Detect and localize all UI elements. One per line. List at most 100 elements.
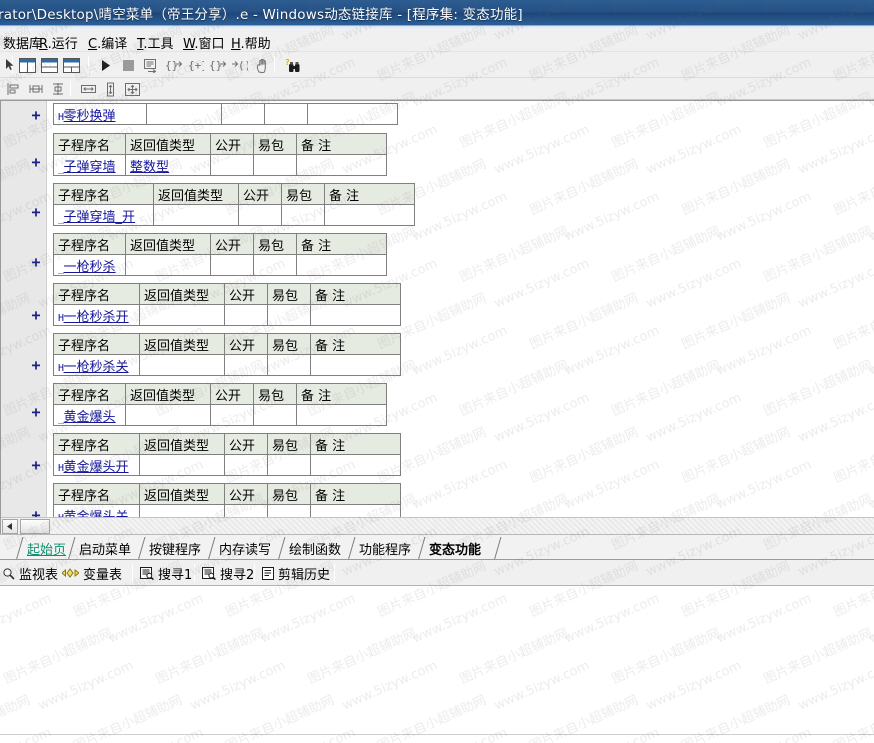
tab-startup-menu[interactable]: 启动菜单 — [76, 538, 134, 558]
public-cell[interactable] — [221, 103, 265, 125]
remark-cell[interactable] — [310, 454, 401, 476]
remark-cell[interactable] — [324, 204, 415, 226]
tab-feature-program[interactable]: 功能程序 — [356, 538, 414, 558]
package-cell[interactable] — [264, 103, 308, 125]
return-type-cell[interactable] — [153, 204, 239, 226]
subroutine-block[interactable]: 子程序名 返回值类型 公开 易包备 注 _子弹穿墙_开 — [53, 183, 415, 226]
subroutine-value-row[interactable]: H一枪秒杀开 — [53, 304, 401, 326]
return-type-cell[interactable] — [125, 254, 211, 276]
return-type-cell[interactable]: 整数型 — [125, 154, 211, 176]
expand-toggle-icon[interactable]: + — [30, 458, 42, 473]
expand-toggle-icon[interactable]: + — [30, 205, 42, 220]
expand-toggle-icon[interactable]: + — [30, 255, 42, 270]
step-run-icon[interactable]: {} — [206, 54, 228, 76]
subroutine-block[interactable]: H零秒换弹 — [53, 103, 398, 125]
step-into-icon[interactable]: {} — [162, 54, 184, 76]
same-height-icon[interactable] — [100, 79, 120, 99]
align-center-v-icon[interactable] — [48, 79, 68, 99]
package-cell[interactable] — [253, 404, 297, 426]
subroutine-block[interactable]: 子程序名 返回值类型 公开 易包备 注 H一枪秒杀关 — [53, 333, 401, 376]
dock-item-search-2[interactable]: 搜寻2 — [202, 563, 254, 583]
step-out-icon[interactable]: {+} — [184, 54, 206, 76]
code-editor-area[interactable]: + H零秒换弹 + 子程序名 返回值类型 公开 易包备 注 _子弹穿墙 整数型 + 子程序名 返回值类… — [0, 100, 874, 534]
dock-item-watch-list[interactable]: 监视表 — [2, 563, 58, 583]
remark-cell[interactable] — [307, 103, 398, 125]
menu-item-help[interactable]: H.帮助 — [228, 32, 274, 53]
expand-toggle-icon[interactable]: + — [30, 358, 42, 373]
return-type-cell[interactable] — [146, 103, 222, 125]
subroutine-name-cell[interactable]: H一枪秒杀关 — [53, 354, 140, 376]
menu-item-compile[interactable]: C.编译 — [85, 32, 130, 53]
subroutine-value-row[interactable]: _子弹穿墙 整数型 — [53, 154, 387, 176]
subroutine-block[interactable]: 子程序名 返回值类型 公开 易包备 注 H黄金爆头开 — [53, 433, 401, 476]
subroutine-name-cell[interactable]: _子弹穿墙 — [53, 154, 126, 176]
tab-draw-functions[interactable]: 绘制函数 — [286, 538, 344, 558]
hand-icon[interactable] — [252, 54, 274, 76]
subroutine-value-row[interactable]: H零秒换弹 — [53, 103, 398, 125]
tab-start-page[interactable]: 起始页 — [24, 538, 69, 558]
scroll-left-arrow-icon[interactable] — [2, 519, 18, 534]
return-type-cell[interactable] — [139, 454, 225, 476]
scrollbar-track[interactable] — [52, 518, 874, 534]
tab-abnormal-features[interactable]: 变态功能 — [426, 538, 484, 558]
subroutine-value-row[interactable]: _一枪秒杀 — [53, 254, 387, 276]
subroutine-value-row[interactable]: _子弹穿墙_开 — [53, 204, 415, 226]
layout-grid-icon[interactable] — [60, 54, 82, 76]
remark-cell[interactable] — [296, 154, 387, 176]
dock-item-search-1[interactable]: 搜寻1 — [140, 563, 192, 583]
remark-cell[interactable] — [296, 254, 387, 276]
scrollbar-thumb[interactable] — [20, 519, 50, 534]
subroutine-value-row[interactable]: H黄金爆头开 — [53, 454, 401, 476]
editor-horizontal-scrollbar[interactable] — [1, 517, 874, 534]
package-cell[interactable] — [267, 354, 311, 376]
run-to-cursor-icon[interactable]: () — [228, 54, 250, 76]
dock-item-variable-list[interactable]: 变量表 — [62, 563, 122, 583]
subroutine-value-row[interactable]: _黄金爆头 — [53, 404, 387, 426]
package-cell[interactable] — [267, 304, 311, 326]
menu-item-run[interactable]: R.运行 — [36, 32, 81, 53]
expand-toggle-icon[interactable]: + — [30, 155, 42, 170]
return-type-cell[interactable] — [125, 404, 211, 426]
subroutine-name-cell[interactable]: H一枪秒杀开 — [53, 304, 140, 326]
public-cell[interactable] — [210, 254, 254, 276]
tab-memory-rw[interactable]: 内存读写 — [216, 538, 274, 558]
return-type-cell[interactable] — [139, 354, 225, 376]
public-cell[interactable] — [210, 154, 254, 176]
subroutine-block[interactable]: 子程序名 返回值类型 公开 易包备 注 _一枪秒杀 — [53, 233, 387, 276]
package-cell[interactable] — [267, 454, 311, 476]
public-cell[interactable] — [238, 204, 282, 226]
package-cell[interactable] — [253, 254, 297, 276]
subroutine-value-row[interactable]: H一枪秒杀关 — [53, 354, 401, 376]
step-over-icon[interactable] — [140, 54, 162, 76]
subroutine-name-cell[interactable]: H零秒换弹 — [53, 103, 147, 125]
package-cell[interactable] — [253, 154, 297, 176]
expand-toggle-icon[interactable]: + — [30, 108, 42, 123]
subroutine-block[interactable]: 子程序名 返回值类型 公开 易包备 注 H一枪秒杀开 — [53, 283, 401, 326]
remark-cell[interactable] — [296, 404, 387, 426]
remark-cell[interactable] — [310, 304, 401, 326]
subroutine-block[interactable]: 子程序名 返回值类型 公开 易包备 注 _黄金爆头 — [53, 383, 387, 426]
same-size-icon[interactable] — [122, 79, 142, 99]
return-type-cell[interactable] — [139, 304, 225, 326]
layout-columns-icon[interactable] — [16, 54, 38, 76]
public-cell[interactable] — [224, 304, 268, 326]
expand-toggle-icon[interactable]: + — [30, 308, 42, 323]
find-help-icon[interactable]: ? — [282, 54, 304, 76]
public-cell[interactable] — [210, 404, 254, 426]
subroutine-name-cell[interactable]: _黄金爆头 — [53, 404, 126, 426]
tab-key-program[interactable]: 按键程序 — [146, 538, 204, 558]
expand-toggle-icon[interactable]: + — [30, 405, 42, 420]
package-cell[interactable] — [281, 204, 325, 226]
dock-item-clip-history[interactable]: 剪辑历史 — [262, 563, 330, 583]
run-icon[interactable] — [95, 54, 117, 76]
menu-item-window[interactable]: W.窗口 — [180, 32, 228, 53]
menu-item-tools[interactable]: T.工具 — [134, 32, 177, 53]
same-width-icon[interactable] — [78, 79, 98, 99]
public-cell[interactable] — [224, 354, 268, 376]
public-cell[interactable] — [224, 454, 268, 476]
subroutine-name-cell[interactable]: _子弹穿墙_开 — [53, 204, 154, 226]
subroutine-name-cell[interactable]: H黄金爆头开 — [53, 454, 140, 476]
remark-cell[interactable] — [310, 354, 401, 376]
stop-icon[interactable] — [117, 54, 139, 76]
subroutine-block[interactable]: 子程序名 返回值类型 公开 易包备 注 _子弹穿墙 整数型 — [53, 133, 387, 176]
